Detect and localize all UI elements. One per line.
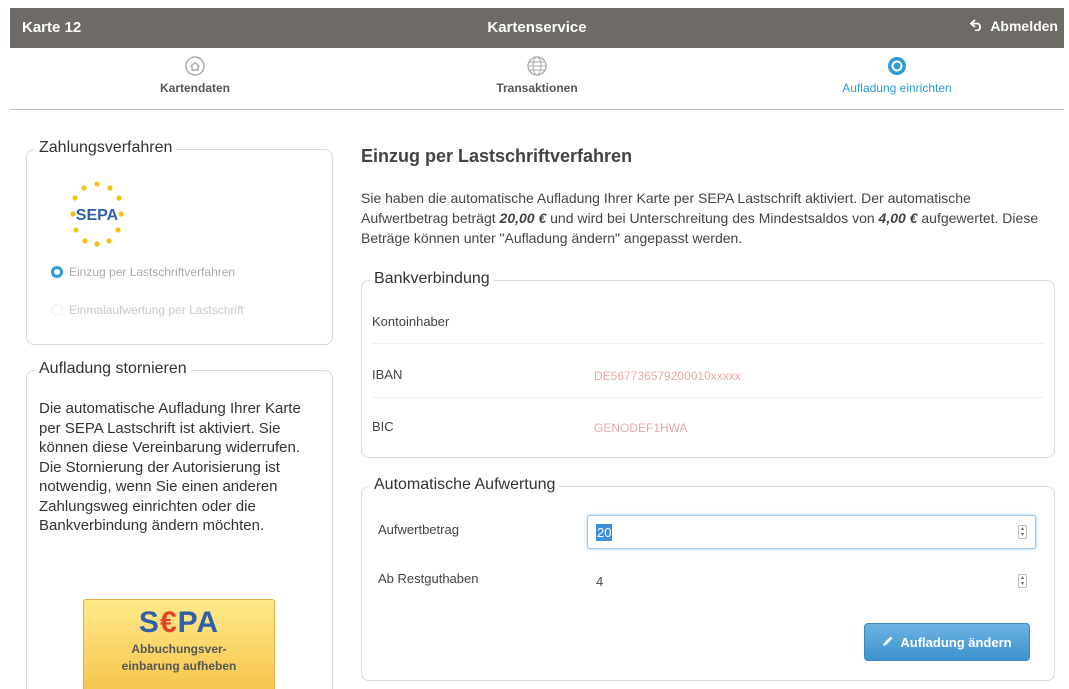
tab-aufladung-einrichten[interactable]: Aufladung einrichten	[772, 56, 1022, 97]
radio-einmalaufwertung[interactable]: Einmalaufwertung per Lastschrift	[51, 303, 244, 317]
bank-legend: Bankverbindung	[370, 270, 494, 288]
amount-value: 20	[596, 524, 613, 541]
tab-transaktionen[interactable]: Transaktionen	[412, 56, 662, 97]
settings-circle-icon	[888, 57, 906, 75]
cancel-text-1: Die automatische Aufladung Ihrer Karte p…	[39, 400, 301, 456]
radio-button[interactable]	[51, 304, 63, 316]
tab-kartendaten[interactable]: Kartendaten	[70, 56, 320, 97]
iban-value: DE567736579200010xxxxx	[594, 369, 741, 383]
amount-label: Aufwertbetrag	[378, 522, 459, 537]
auto-topup-legend: Automatische Aufwertung	[370, 476, 560, 494]
change-button-label: Aufladung ändern	[900, 634, 1012, 650]
cancel-description: Die automatische Aufladung Ihrer Karte p…	[39, 399, 319, 536]
rest-balance-input[interactable]: 4 ▴ ▾	[587, 564, 1036, 598]
radio-button[interactable]	[51, 266, 63, 278]
page-title: Kartenservice	[487, 19, 587, 36]
divider	[372, 343, 1044, 344]
stepper-icon[interactable]: ▴ ▾	[1018, 574, 1027, 588]
stepper-icon[interactable]: ▴ ▾	[1018, 525, 1027, 539]
info-part-2: und wird bei Unterschreitung des Mindest…	[546, 210, 879, 226]
info-amount: 20,00 €	[499, 210, 547, 226]
section-heading: Einzug per Lastschriftverfahren	[361, 146, 633, 166]
main-nav: Kartendaten Transaktionen Aufladung einr…	[10, 50, 1064, 110]
tab-label: Kartendaten	[159, 81, 230, 95]
rest-label: Ab Restguthaben	[378, 571, 479, 586]
sepa-button-line1: Abbuchungsver-	[131, 642, 227, 656]
svg-text:SEPA: SEPA	[76, 207, 119, 224]
iban-label: IBAN	[372, 367, 403, 382]
amount-input[interactable]: 20 ▴ ▾	[587, 515, 1036, 549]
undo-arrow-icon	[969, 18, 984, 34]
info-min-balance: 4,00 €	[878, 210, 918, 226]
sepa-button-logo: S€PA	[138, 606, 220, 639]
tab-label: Transaktionen	[496, 81, 578, 95]
pencil-icon	[882, 635, 894, 650]
payment-method-box: Zahlungsverfahren SEPA Einzug per Lastsc…	[26, 139, 333, 345]
divider	[372, 397, 1044, 398]
info-text: Sie haben die automatische Aufladung Ihr…	[361, 188, 1051, 248]
tab-label: Aufladung einrichten	[842, 81, 952, 95]
radio-label: Einmalaufwertung per Lastschrift	[69, 303, 244, 317]
sepa-stars-logo: SEPA	[70, 181, 124, 247]
cancel-legend: Aufladung stornieren	[35, 360, 191, 378]
logout-button[interactable]: Abmelden	[969, 18, 1058, 34]
globe-icon	[527, 56, 547, 76]
payment-method-legend: Zahlungsverfahren	[35, 139, 177, 157]
bank-box: Bankverbindung Kontoinhaber IBAN DE56773…	[361, 270, 1055, 458]
radio-label: Einzug per Lastschriftverfahren	[69, 265, 236, 279]
home-icon	[185, 56, 205, 76]
change-topup-button[interactable]: Aufladung ändern	[864, 623, 1030, 661]
cancel-text-2: Die Stornierung der Autorisierung ist no…	[39, 458, 280, 535]
cancel-box: Aufladung stornieren Die automatische Au…	[26, 360, 333, 689]
logout-label: Abmelden	[990, 18, 1058, 34]
rest-value: 4	[596, 574, 604, 589]
top-bar: Karte 12 Kartenservice Abmelden	[10, 8, 1064, 48]
bic-label: BIC	[372, 419, 394, 434]
bic-value: GENODEF1HWA	[594, 421, 688, 435]
radio-einzug[interactable]: Einzug per Lastschriftverfahren	[51, 265, 235, 279]
owner-label: Kontoinhaber	[372, 314, 450, 329]
cancel-sepa-mandate-button[interactable]: S€PA Abbuchungsver- einbarung aufheben	[83, 599, 275, 689]
sepa-button-line2: einbarung aufheben	[121, 659, 237, 673]
